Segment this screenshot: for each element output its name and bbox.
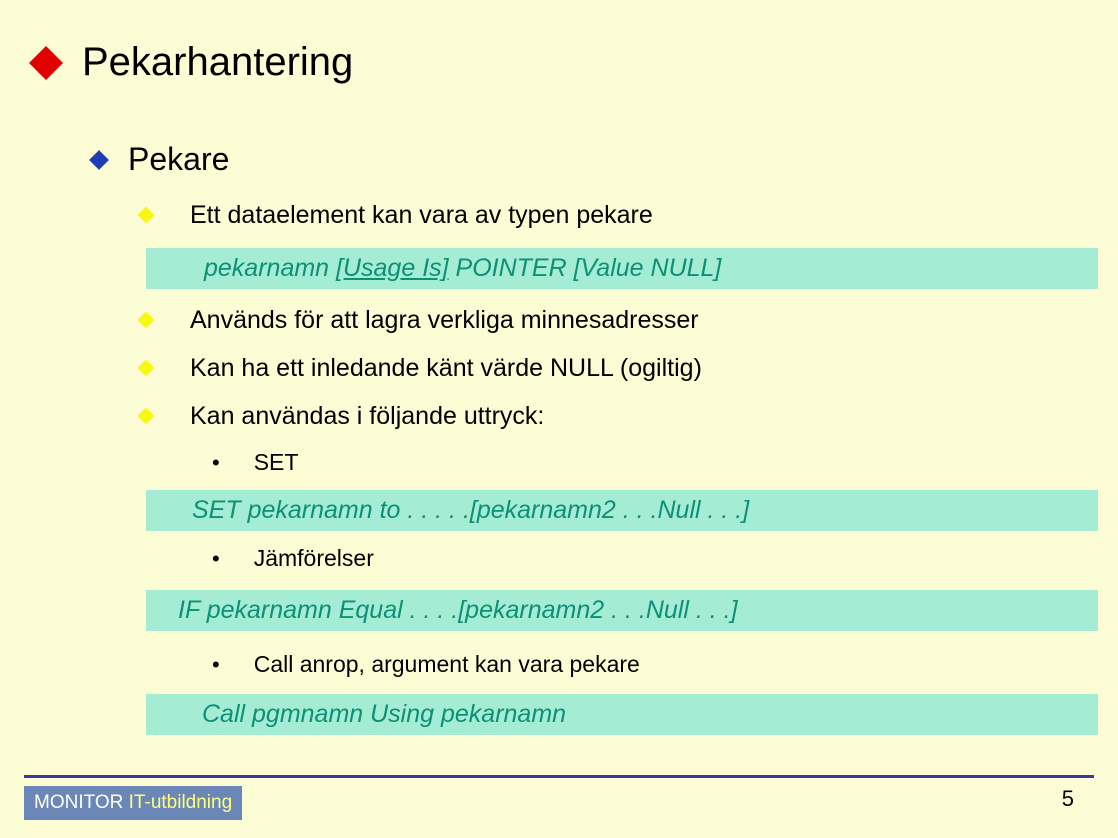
bullet-text: Ett dataelement kan vara av typen pekare [190,201,653,230]
sub-bullet-text: SET [254,449,299,476]
subheading-row: Pekare [92,141,1068,178]
slide-title: Pekarhantering [82,40,353,85]
code-box: Call pgmnamn Using pekarnamn [146,694,1098,735]
footer-it: IT-utbildning [129,792,233,813]
bullet-list: Ett dataelement kan vara av typen pekare… [140,200,1068,735]
bullet-item: Används för att lagra verkliga minnesadr… [140,305,1068,335]
diamond-icon [29,46,63,80]
diamond-icon [138,360,155,377]
sub-bullet-text: Call anrop, argument kan vara pekare [254,651,640,678]
footer-label: MONITOR IT-utbildning [24,786,242,820]
code-text: pekarnamn [Usage Is] POINTER [Value NULL… [204,254,721,282]
bullet-dot-icon: • [212,652,220,678]
bullet-item: Kan användas i följande uttryck: [140,401,1068,431]
bullet-dot-icon: • [212,450,220,476]
sub-bullet-item: • Jämförelser [212,545,1068,572]
footer-divider [24,775,1094,778]
diamond-icon [138,312,155,329]
code-text: IF pekarnamn Equal . . . .[pekarnamn2 . … [178,596,738,624]
bullet-text: Används för att lagra verkliga minnesadr… [190,306,699,335]
code-suffix: POINTER [Value NULL] [449,254,722,282]
code-box: SET pekarnamn to . . . . .[pekarnamn2 . … [146,490,1098,531]
sub-bullet-text: Jämförelser [254,545,374,572]
diamond-icon [89,150,109,170]
sub-bullet-item: • SET [212,449,1068,476]
code-box: IF pekarnamn Equal . . . .[pekarnamn2 . … [146,590,1098,631]
code-text: Call pgmnamn Using pekarnamn [202,700,566,728]
sub-bullet-item: • Call anrop, argument kan vara pekare [212,651,1068,678]
bullet-dot-icon: • [212,546,220,572]
bullet-text: Kan ha ett inledande känt värde NULL (og… [190,354,702,383]
code-box: pekarnamn [Usage Is] POINTER [Value NULL… [146,248,1098,289]
footer-monitor: MONITOR [34,792,129,813]
diamond-icon [138,207,155,224]
bullet-item: Kan ha ett inledande känt värde NULL (og… [140,353,1068,383]
code-prefix: pekarnamn [204,254,336,282]
diamond-icon [138,408,155,425]
code-text: SET pekarnamn to . . . . .[pekarnamn2 . … [192,496,749,524]
code-underline: [Usage Is] [336,254,449,282]
subheading: Pekare [128,141,229,178]
bullet-item: Ett dataelement kan vara av typen pekare [140,200,1068,230]
page-number: 5 [1062,786,1074,812]
slide: Pekarhantering Pekare Ett dataelement ka… [0,0,1118,735]
title-row: Pekarhantering [34,40,1068,85]
bullet-text: Kan användas i följande uttryck: [190,402,544,431]
